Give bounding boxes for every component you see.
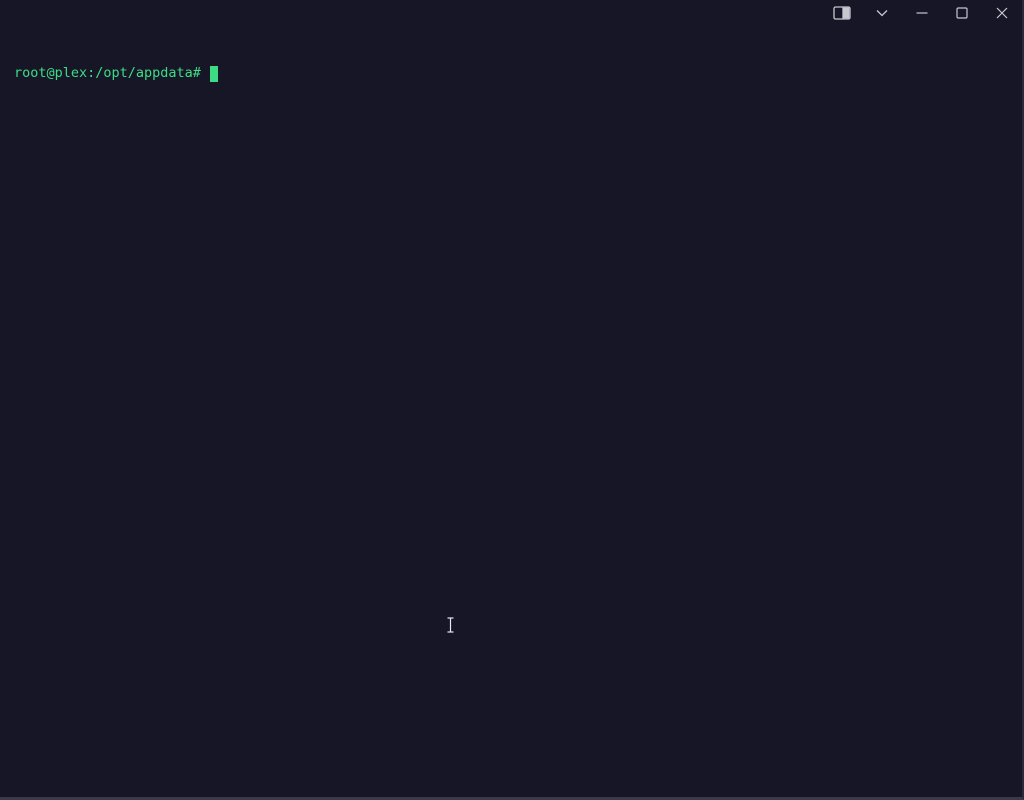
prompt-line[interactable]: root@plex:/opt/appdata# xyxy=(14,65,1008,82)
pane-toggle-icon xyxy=(833,6,851,20)
dropdown-button[interactable] xyxy=(862,0,902,26)
maximize-icon xyxy=(956,7,968,19)
text-cursor xyxy=(209,65,218,82)
minimize-icon xyxy=(916,12,928,14)
minimize-button[interactable] xyxy=(902,0,942,26)
chevron-down-icon xyxy=(876,10,888,17)
ibeam-cursor-icon xyxy=(447,617,454,633)
close-button[interactable] xyxy=(982,0,1022,26)
title-bar-controls xyxy=(822,0,1022,26)
maximize-button[interactable] xyxy=(942,0,982,26)
pane-toggle-button[interactable] xyxy=(822,0,862,26)
terminal-output[interactable]: root@plex:/opt/appdata# xyxy=(14,31,1008,116)
shell-prompt: root@plex:/opt/appdata# xyxy=(14,65,201,81)
terminal-window: root@plex:/opt/appdata# xyxy=(0,0,1024,800)
close-icon xyxy=(996,7,1008,19)
